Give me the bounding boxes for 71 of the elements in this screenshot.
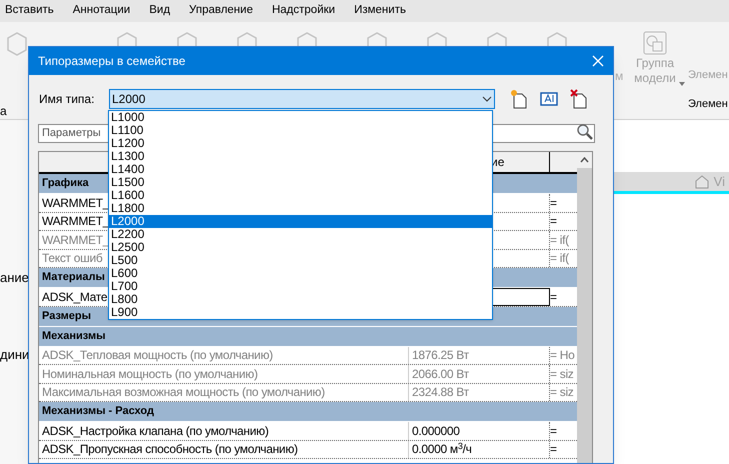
parameter-formula: = <box>550 194 557 212</box>
parameter-name: Номинальная мощность (по умолчанию) <box>42 366 258 383</box>
parameter-value: 0.000000 <box>412 422 460 440</box>
parameter-name: WARMMET_ <box>42 232 110 249</box>
parameter-name: ADSK_Пропускная способность (по умолчанию) <box>42 441 298 458</box>
menu-item[interactable]: Управление <box>189 2 253 20</box>
menu-item[interactable]: Вставить <box>5 2 54 20</box>
scroll-up-icon[interactable] <box>580 157 589 163</box>
parameter-value: 1876.25 Вт <box>412 347 469 364</box>
parameter-formula: = <box>550 213 557 230</box>
menu-item[interactable]: Аннотации <box>72 2 130 20</box>
group-header: Механизмы - Расход <box>42 404 154 420</box>
panel-label: дини <box>0 346 30 364</box>
menu-item[interactable]: Надстройки <box>272 2 336 20</box>
dropdown-option[interactable]: L800 <box>109 293 492 306</box>
caret-icon <box>679 82 685 86</box>
panel-label: ание <box>0 269 29 287</box>
ribbon-label: Элемен <box>688 68 728 83</box>
group-header: Размеры <box>42 308 92 324</box>
parameter-name: ADSK_Мате <box>42 288 108 306</box>
parameter-formula: = <box>550 288 557 306</box>
dropdown-option[interactable]: L1400 <box>109 163 492 176</box>
group-header: Материалы <box>42 270 105 286</box>
parameter-name: WARMMET_ <box>42 213 110 230</box>
parameter-formula: = Ho <box>550 347 574 364</box>
dropdown-option[interactable]: L2200 <box>109 228 492 241</box>
ribbon-label: а <box>0 103 7 120</box>
parameter-formula: = siz <box>550 366 574 383</box>
dropdown-option[interactable]: L1200 <box>109 137 492 150</box>
menu-item[interactable]: Изменить <box>354 2 406 20</box>
dialog-title: Типоразмеры в семействе <box>38 53 186 70</box>
parameter-formula: = siz <box>550 384 574 402</box>
parameter-name: Текст ошиб <box>42 250 102 268</box>
group-header: Механизмы <box>42 328 106 344</box>
ribbon-label: Элемен <box>688 97 728 112</box>
parameter-formula: = <box>550 422 557 440</box>
type-name-label: Имя типа: <box>38 91 96 108</box>
close-icon <box>592 55 604 67</box>
chevron-down-icon <box>482 96 492 102</box>
parameter-value: 0.0000 м$^{3}$/ч <box>412 440 472 458</box>
model-group-icon <box>642 30 668 56</box>
new-type-icon[interactable] <box>510 89 528 109</box>
parameter-name: WARMMET_ <box>42 194 110 212</box>
dropdown-option[interactable]: L600 <box>109 267 492 280</box>
parameter-value: 2324.88 Вт <box>412 384 469 402</box>
ribbon-label: м <box>615 68 624 85</box>
dropdown-option[interactable]: L1300 <box>109 150 492 163</box>
menu-item[interactable]: Вид <box>149 2 170 20</box>
dropdown-option[interactable]: L1600 <box>109 189 492 202</box>
dropdown-option[interactable]: L2000 <box>109 215 492 228</box>
search-icon <box>576 123 593 140</box>
dropdown-option[interactable]: L1500 <box>109 176 492 189</box>
dropdown-option[interactable]: L500 <box>109 254 492 267</box>
group-header: Графика <box>42 176 89 192</box>
dropdown-option[interactable]: L1000 <box>109 111 492 124</box>
dropdown-option[interactable]: L1800 <box>109 202 492 215</box>
parameter-formula: = if( <box>550 250 569 268</box>
parameter-formula: = if( <box>550 232 569 249</box>
parameter-name: ADSK_Тепловая мощность (по умолчанию) <box>42 347 273 364</box>
parameter-value: 2066.00 Вт <box>412 366 469 383</box>
parameter-formula: = <box>550 441 557 458</box>
type-name-dropdown[interactable]: L2000 <box>109 89 495 109</box>
parameter-name: ADSK_Настройка клапана (по умолчанию) <box>42 422 269 440</box>
dropdown-option[interactable]: L900 <box>109 306 492 319</box>
house-icon <box>694 174 710 190</box>
parameter-name: Максимальная возможная мощность (по умолчанию) <box>42 384 325 402</box>
delete-type-icon[interactable] <box>570 89 588 109</box>
dropdown-option[interactable]: L2500 <box>109 241 492 254</box>
rename-type-icon[interactable] <box>540 91 558 107</box>
dropdown-option[interactable]: L1100 <box>109 124 492 137</box>
dropdown-option[interactable]: L700 <box>109 280 492 293</box>
